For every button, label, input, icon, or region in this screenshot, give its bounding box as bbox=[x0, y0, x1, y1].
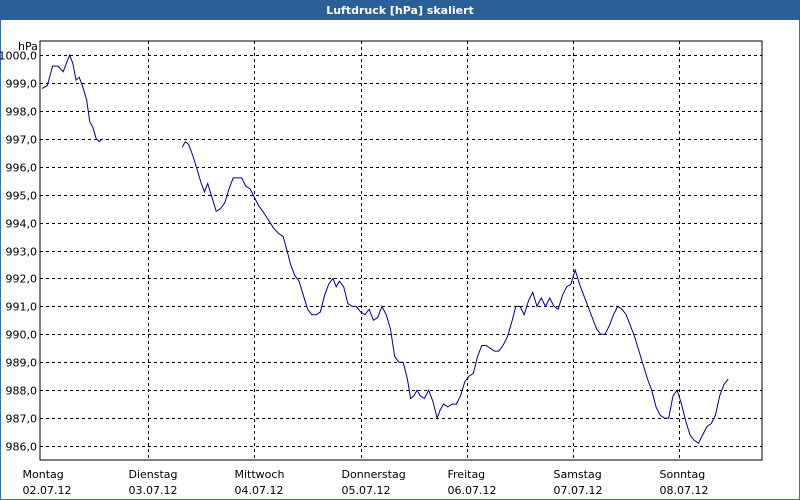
x-tick-day-label: Mittwoch bbox=[235, 468, 285, 481]
y-tick-label: 998,0 bbox=[6, 106, 38, 119]
y-tick-label: 987,0 bbox=[6, 413, 38, 426]
y-tick-label: 986,0 bbox=[6, 441, 38, 454]
x-tick-date-label: 03.07.12 bbox=[129, 484, 178, 497]
x-tick-day-label: Samstag bbox=[554, 468, 602, 481]
y-axis-ticks: 986,0 987,0 988,0 989,0 990,0 991,0 992,0 993,0… bbox=[0, 50, 37, 454]
y-tick-label: 989,0 bbox=[6, 357, 38, 370]
y-tick-label: 996,0 bbox=[6, 162, 38, 175]
y-tick-label: 994,0 bbox=[6, 218, 38, 231]
x-tick-date-label: 08.07.12 bbox=[660, 484, 709, 497]
x-tick-date-label: 06.07.12 bbox=[448, 484, 497, 497]
x-tick-day-label: Freitag bbox=[448, 468, 486, 481]
x-tick-date-label: 04.07.12 bbox=[235, 484, 284, 497]
x-tick-date-label: 05.07.12 bbox=[342, 484, 391, 497]
x-axis-ticks: Montag 02.07.12 Dienstag 03.07.12 Mittwoch 04… bbox=[23, 468, 709, 497]
x-tick-date-label: 07.07.12 bbox=[554, 484, 603, 497]
pressure-chart: 986,0 987,0 988,0 989,0 990,0 991,0 992,0 993,0… bbox=[0, 40, 763, 497]
y-tick-label: 995,0 bbox=[6, 190, 38, 203]
x-tick-date-label: 02.07.12 bbox=[23, 484, 72, 497]
y-tick-label: 997,0 bbox=[6, 134, 38, 147]
y-tick-label: 990,0 bbox=[6, 329, 38, 342]
y-tick-label: 992,0 bbox=[6, 273, 38, 286]
y-tick-label: 991,0 bbox=[6, 301, 38, 314]
y-tick-label: 988,0 bbox=[6, 385, 38, 398]
y-tick-label: 999,0 bbox=[6, 78, 38, 91]
x-tick-day-label: Montag bbox=[23, 468, 64, 481]
y-axis-unit-label: hPa bbox=[18, 40, 38, 53]
x-tick-day-label: Sonntag bbox=[660, 468, 706, 481]
x-tick-day-label: Donnerstag bbox=[342, 468, 406, 481]
y-tick-label: 993,0 bbox=[6, 246, 38, 259]
x-tick-day-label: Dienstag bbox=[129, 468, 178, 481]
